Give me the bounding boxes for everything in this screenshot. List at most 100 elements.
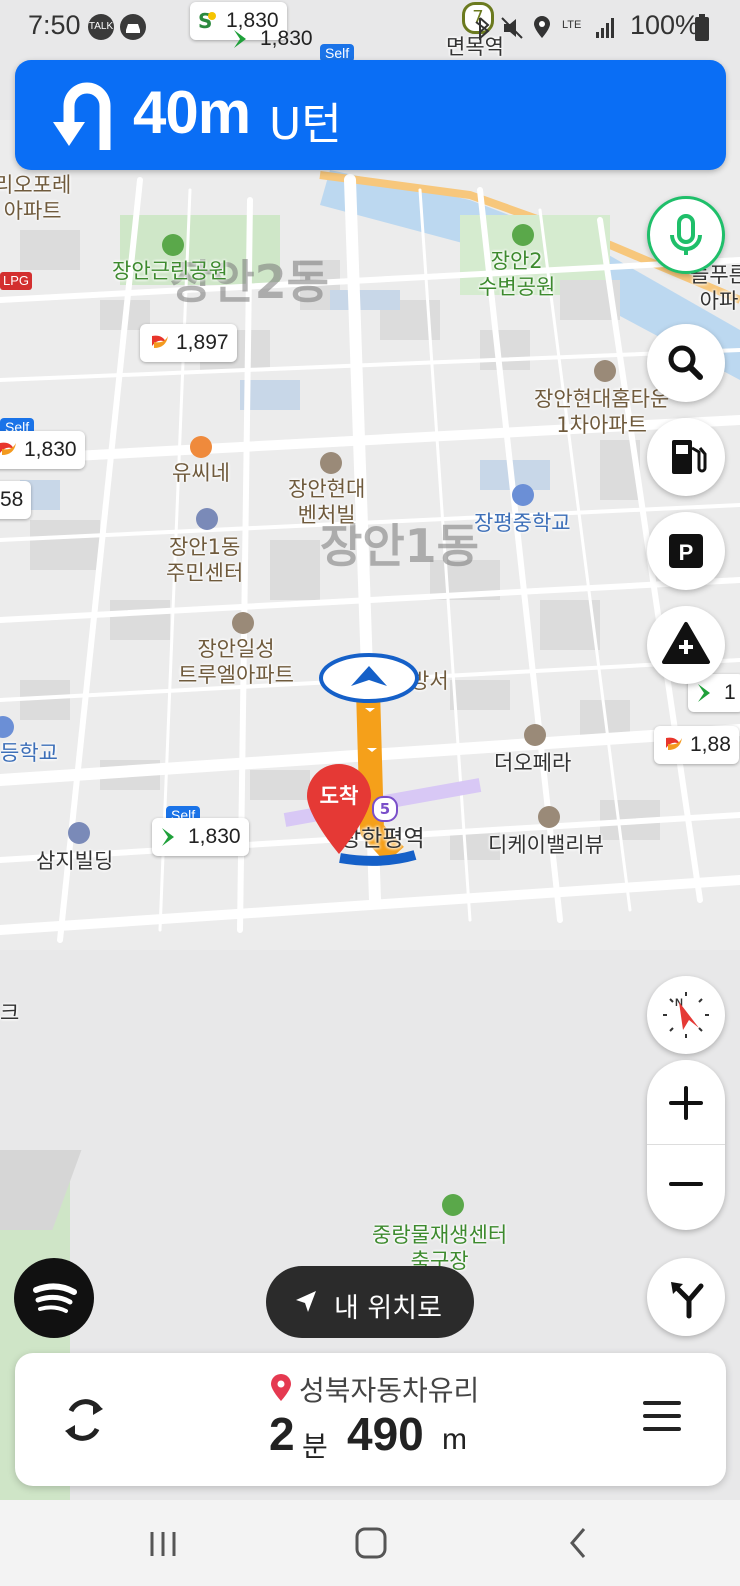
gas-price-tag[interactable]: 1,830 xyxy=(0,431,85,469)
eta-minutes-unit: 분 xyxy=(302,1430,328,1463)
route-fork-icon xyxy=(671,1282,704,1319)
place-label-jangan2-park[interactable]: 장안2 수변공원 xyxy=(478,248,555,300)
place-label-theopera[interactable]: 더오페라 xyxy=(494,750,571,776)
building-icon xyxy=(320,452,342,474)
system-navigation-bar xyxy=(0,1500,740,1586)
parking-button[interactable]: P xyxy=(647,512,725,590)
destination-pin-small-icon xyxy=(271,1374,291,1401)
lte-icon: LTE xyxy=(562,19,581,31)
remaining-distance: 490 xyxy=(347,1408,424,1460)
building-icon xyxy=(594,360,616,382)
gas-price-value: 1,897 xyxy=(176,331,229,354)
route-summary-card[interactable]: 성북자동차유리 2 분 490 m xyxy=(15,1353,726,1486)
zoom-out-button[interactable] xyxy=(647,1146,725,1230)
park-icon xyxy=(162,234,184,256)
destination-pin-label: 도착 xyxy=(319,784,359,808)
place-label-jangpyeong-school[interactable]: 장평중학교 xyxy=(474,510,571,536)
bluetooth-icon xyxy=(475,17,490,41)
gas-station-button[interactable] xyxy=(647,418,725,496)
gs-logo-icon xyxy=(162,828,174,846)
home-icon[interactable] xyxy=(348,1520,394,1566)
zoom-divider xyxy=(647,1144,725,1145)
destination-name: 성북자동차유리 xyxy=(299,1374,480,1407)
plus-icon xyxy=(669,1086,703,1120)
fuel-icon xyxy=(672,440,707,474)
turn-instruction-text: U턴 xyxy=(269,99,342,150)
place-label-deung-school[interactable]: 등학교 xyxy=(0,740,58,766)
spotify-button[interactable] xyxy=(14,1258,94,1338)
car-icon xyxy=(120,14,146,40)
parking-icon: P xyxy=(669,534,703,568)
sk-logo-icon xyxy=(666,737,682,750)
place-label-samji[interactable]: 삼지빌딩 xyxy=(36,848,113,874)
gas-price-value: 1,830 xyxy=(188,825,241,848)
status-time: 7:50 xyxy=(28,10,81,40)
remaining-distance-unit: m xyxy=(442,1423,467,1456)
gs-logo-icon xyxy=(698,684,710,702)
my-location-button[interactable]: 내 위치로 xyxy=(266,1266,474,1338)
building-icon xyxy=(538,806,560,828)
my-location-label: 내 위치로 xyxy=(334,1293,442,1324)
back-icon[interactable] xyxy=(556,1520,602,1566)
gas-price-tag[interactable]: 1,897 xyxy=(140,324,237,362)
place-label-jangan-ilsung[interactable]: 장안일성 트루엘아파트 xyxy=(178,636,294,688)
restaurant-icon xyxy=(190,436,212,458)
gas-price-value: 1,88 xyxy=(690,733,731,756)
gas-price-tag[interactable]: 58 xyxy=(0,481,32,519)
zoom-in-button[interactable] xyxy=(647,1060,725,1144)
search-button[interactable] xyxy=(647,324,725,402)
turn-distance: 40m xyxy=(133,79,251,146)
hazard-report-icon xyxy=(662,622,710,664)
report-hazard-button[interactable] xyxy=(647,606,725,684)
place-label-leo-apt[interactable]: 리오포레 아파트 xyxy=(0,172,71,224)
gas-price-value: 58 xyxy=(0,488,24,511)
gas-price-tag[interactable]: 1,88 xyxy=(654,726,739,764)
battery-percent: 100% xyxy=(630,10,700,40)
zoom-control xyxy=(647,1060,725,1230)
search-icon xyxy=(668,345,703,380)
gas-price-value: 1 xyxy=(724,681,736,704)
lpg-badge: LPG xyxy=(0,272,33,290)
voice-search-button[interactable] xyxy=(647,196,725,274)
school-icon xyxy=(512,484,534,506)
current-location-marker xyxy=(319,653,419,703)
place-label-jangan-hyundai-venture[interactable]: 장안현대 벤처빌 xyxy=(288,476,365,528)
microphone-icon xyxy=(670,214,702,255)
compass-icon: N xyxy=(663,992,709,1038)
mute-icon xyxy=(501,17,523,39)
sports-icon xyxy=(442,1194,464,1216)
destination-pin-icon[interactable] xyxy=(305,764,373,856)
status-icons: LTE xyxy=(475,16,614,41)
theater-icon xyxy=(524,724,546,746)
menu-icon[interactable] xyxy=(639,1393,685,1439)
sk-logo-icon xyxy=(152,335,168,348)
government-icon xyxy=(196,508,218,530)
place-label-janganggeunrin-park[interactable]: 장안근린공원 xyxy=(112,258,228,284)
battery-icon xyxy=(695,14,709,41)
subway-line-5-badge: 5 xyxy=(372,796,398,822)
navigation-arrow-icon xyxy=(296,1291,316,1312)
talk-icon: TALK xyxy=(88,14,114,40)
turn-instruction-banner[interactable]: 40m U턴 xyxy=(15,60,726,170)
gas-price-tag[interactable]: 1,830 xyxy=(152,818,249,856)
recent-apps-icon[interactable] xyxy=(140,1522,186,1566)
eta-minutes: 2 xyxy=(269,1408,295,1460)
status-bar: 7:50 TALK LTE 100% xyxy=(0,0,740,56)
signal-icon xyxy=(596,18,614,38)
building-icon xyxy=(232,612,254,634)
place-label-dk-valley[interactable]: 디케이밸리뷰 xyxy=(488,832,604,858)
place-label-usine[interactable]: 유씨네 xyxy=(172,460,230,486)
gas-price-value: 1,830 xyxy=(24,438,77,461)
svg-text:P: P xyxy=(679,540,694,565)
park-icon xyxy=(512,224,534,246)
reroute-icon[interactable] xyxy=(49,1385,119,1455)
route-options-button[interactable] xyxy=(647,1258,725,1336)
u-turn-icon xyxy=(53,82,111,150)
place-label-ke: 크 xyxy=(0,1001,20,1025)
spotify-icon xyxy=(33,1283,77,1313)
compass-button[interactable]: N xyxy=(647,976,725,1054)
building-icon xyxy=(68,822,90,844)
location-icon xyxy=(534,16,550,38)
place-label-jangan1-center[interactable]: 장안1동 주민센터 xyxy=(166,534,243,586)
sk-logo-icon xyxy=(0,442,16,455)
